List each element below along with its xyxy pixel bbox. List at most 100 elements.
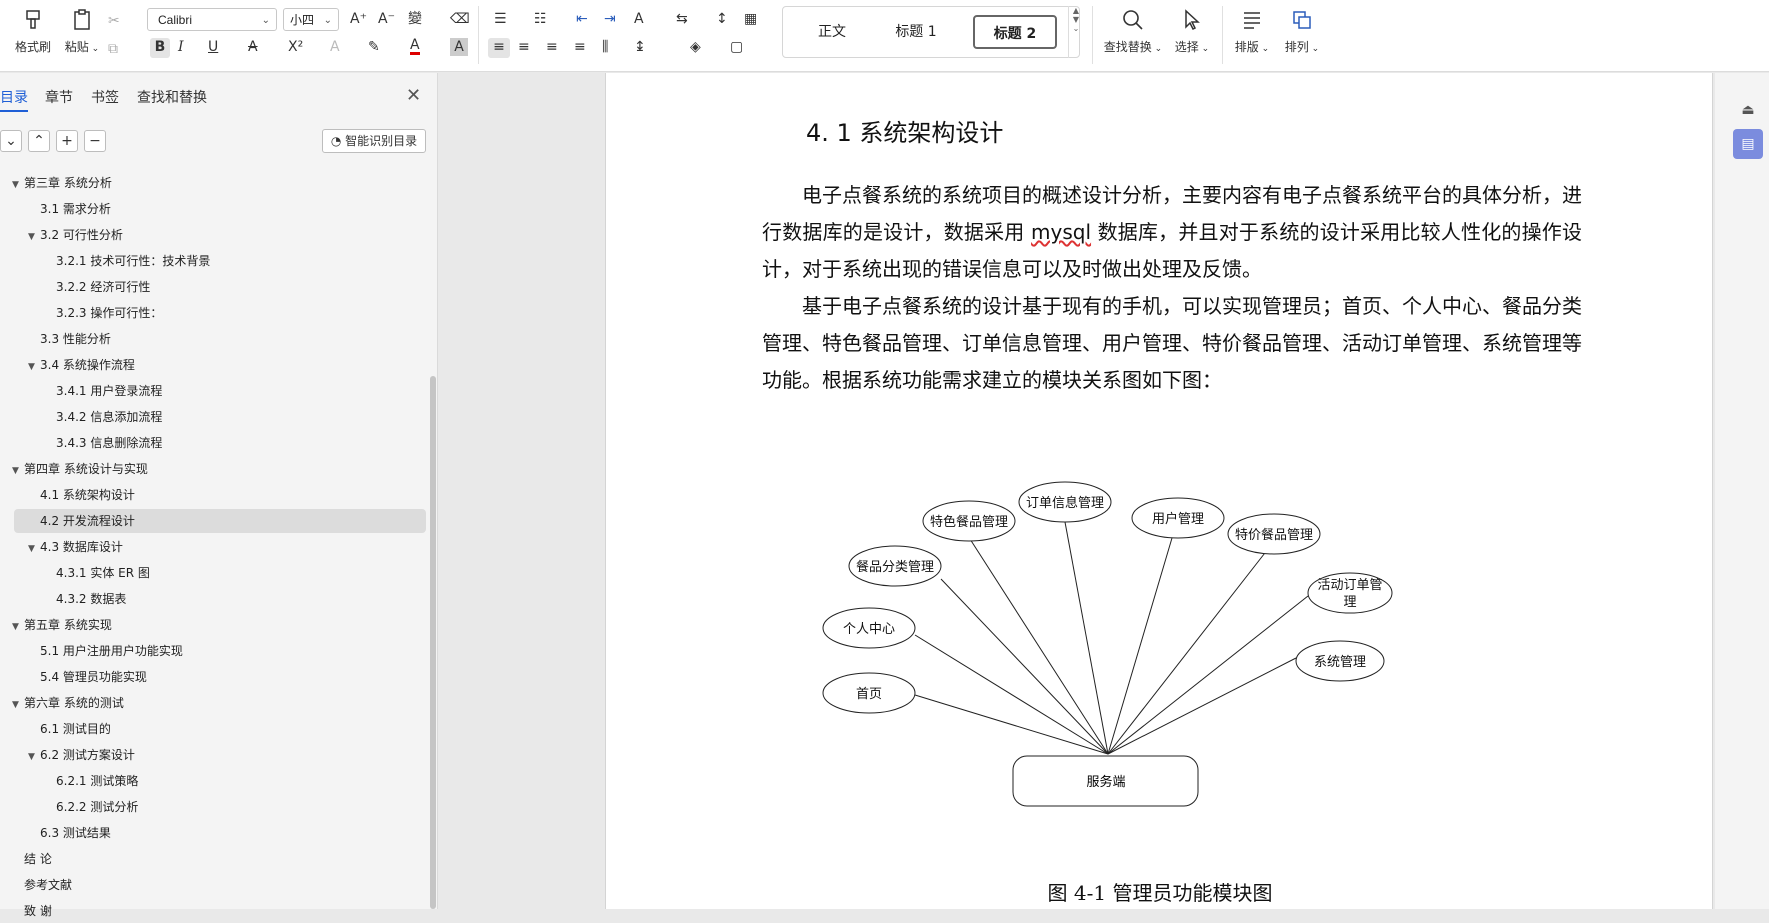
style-normal[interactable]: 正文 bbox=[791, 15, 873, 49]
remove-heading-button[interactable]: − bbox=[84, 130, 106, 152]
layout-button[interactable]: 排版 ⌄ bbox=[1228, 8, 1276, 55]
line-break-icon[interactable]: ⇆ bbox=[676, 10, 688, 28]
font-name-select[interactable]: Calibri ⌄ bbox=[147, 8, 277, 31]
numbered-list-icon[interactable]: ☷ bbox=[534, 10, 547, 28]
toc-item[interactable]: 4.2 开发流程设计 bbox=[14, 509, 426, 533]
module-label: 特价餐品管理 bbox=[1235, 527, 1313, 543]
line-spacing-icon[interactable]: ↨ bbox=[634, 38, 646, 56]
triangle-down-icon[interactable]: ▼ bbox=[12, 173, 24, 197]
toc-item[interactable]: 4.1 系统架构设计 bbox=[28, 483, 135, 507]
triangle-down-icon[interactable]: ▼ bbox=[12, 693, 24, 717]
paste-button[interactable]: 粘贴 ⌄ bbox=[60, 8, 104, 55]
font-color-button[interactable]: A bbox=[410, 38, 420, 55]
triangle-down-icon[interactable]: ▼ bbox=[28, 225, 40, 249]
tab-sections[interactable]: 章节 bbox=[45, 87, 73, 107]
toc-item[interactable]: ▼ 第五章 系统实现 bbox=[12, 613, 112, 637]
shrink-font-icon[interactable]: A⁻ bbox=[378, 10, 395, 28]
move-up-button[interactable]: ⌃ bbox=[28, 130, 50, 152]
sort-icon[interactable]: ↕ bbox=[716, 10, 728, 28]
underline-button[interactable]: U bbox=[208, 38, 218, 56]
triangle-down-icon[interactable]: ▼ bbox=[12, 459, 24, 483]
italic-button[interactable]: I bbox=[178, 38, 184, 56]
tab-find-replace[interactable]: 查找和替换 bbox=[137, 87, 207, 107]
toc-item[interactable]: 3.1 需求分析 bbox=[28, 197, 111, 221]
toc-item[interactable]: 3.2.1 技术可行性：技术背景 bbox=[44, 249, 210, 273]
toc-item[interactable]: 结 论 bbox=[12, 847, 52, 871]
tab-bookmarks[interactable]: 书签 bbox=[91, 87, 119, 107]
toc-item[interactable]: 3.3 性能分析 bbox=[28, 327, 111, 351]
bullet-list-icon[interactable]: ☰ bbox=[494, 10, 507, 28]
style-heading-1[interactable]: 标题 1 bbox=[875, 15, 957, 49]
eraser-icon[interactable]: ⌫ bbox=[450, 10, 470, 28]
char-shading-button[interactable]: A bbox=[450, 38, 468, 56]
toc-item-label: 6.3 测试结果 bbox=[40, 826, 111, 840]
select-button[interactable]: 选择 ⌄ bbox=[1168, 8, 1216, 55]
triangle-down-icon[interactable]: ▼ bbox=[28, 745, 40, 769]
distribute-button[interactable]: ⫼ bbox=[602, 38, 608, 56]
grow-font-icon[interactable]: A⁺ bbox=[350, 10, 367, 28]
align-right-button[interactable]: ≡ bbox=[546, 38, 558, 56]
toc-item[interactable]: ▼ 第六章 系统的测试 bbox=[12, 691, 124, 715]
toc-item[interactable]: ▼ 3.4 系统操作流程 bbox=[28, 353, 135, 377]
toc-item[interactable]: ▼ 4.3 数据库设计 bbox=[28, 535, 123, 559]
justify-button[interactable]: ≡ bbox=[574, 38, 586, 56]
toc-item-label: 第三章 系统分析 bbox=[24, 176, 112, 190]
collapse-ribbon-icon[interactable]: ⏏ bbox=[1733, 95, 1763, 125]
toc-item[interactable]: 4.3.2 数据表 bbox=[44, 587, 126, 611]
align-center-button[interactable]: ≡ bbox=[518, 38, 530, 56]
close-icon[interactable]: ✕ bbox=[406, 85, 421, 106]
toc-item[interactable]: 6.3 测试结果 bbox=[28, 821, 111, 845]
toc-item[interactable]: ▼ 6.2 测试方案设计 bbox=[28, 743, 135, 767]
bold-button[interactable]: B bbox=[150, 38, 170, 58]
triangle-down-icon[interactable]: ▼ bbox=[12, 615, 24, 639]
collapse-button[interactable]: ⌄ bbox=[0, 130, 22, 152]
text-effect-icon[interactable]: A bbox=[330, 38, 340, 56]
toc-item[interactable]: ▼ 第四章 系统设计与实现 bbox=[12, 457, 148, 481]
table-icon[interactable]: ▦ bbox=[744, 10, 757, 28]
toc-item[interactable]: 3.4.2 信息添加流程 bbox=[44, 405, 162, 429]
tab-toc[interactable]: 目录 bbox=[0, 87, 28, 112]
toc-item[interactable]: 6.2.1 测试策略 bbox=[44, 769, 138, 793]
nav-scrollbar[interactable] bbox=[430, 376, 436, 909]
document-page[interactable]: 4. 1 系统架构设计 电子点餐系统的系统项目的概述设计分析，主要内容有电子点餐… bbox=[605, 73, 1713, 909]
document-assistant-icon[interactable]: ▤ bbox=[1733, 129, 1763, 159]
smart-toc-button[interactable]: ◔ 智能识别目录 bbox=[322, 129, 426, 153]
border-icon[interactable]: ▢ bbox=[730, 38, 743, 56]
find-replace-button[interactable]: 查找替换 ⌄ bbox=[1100, 8, 1166, 55]
toc-item[interactable]: 5.4 管理员功能实现 bbox=[28, 665, 147, 689]
format-painter-button[interactable]: 格式刷 bbox=[11, 8, 55, 55]
toc-item[interactable]: 参考文献 bbox=[12, 873, 72, 897]
align-left-button[interactable]: ≡ bbox=[488, 38, 510, 58]
toc-item[interactable]: 致 谢 bbox=[12, 899, 52, 923]
triangle-down-icon[interactable]: ▼ bbox=[28, 355, 40, 379]
text-direction-icon[interactable]: A bbox=[634, 10, 644, 28]
toc-item[interactable]: 3.4.3 信息删除流程 bbox=[44, 431, 162, 455]
toc-item[interactable]: 3.2.3 操作可行性： bbox=[44, 301, 162, 325]
cut-icon[interactable]: ✂ bbox=[108, 12, 120, 30]
toc-item[interactable]: ▼ 3.2 可行性分析 bbox=[28, 223, 123, 247]
font-size-select[interactable]: 小四 ⌄ bbox=[283, 8, 339, 31]
toc-item[interactable]: 4.3.1 实体 ER 图 bbox=[44, 561, 150, 585]
arrange-button[interactable]: 排列 ⌄ bbox=[1278, 8, 1326, 55]
toc-item-label: 6.2.2 测试分析 bbox=[56, 800, 139, 814]
toc-item[interactable]: 6.2.2 测试分析 bbox=[44, 795, 138, 819]
toc-item[interactable]: 3.2.2 经济可行性 bbox=[44, 275, 150, 299]
toc-item[interactable]: 3.4.1 用户登录流程 bbox=[44, 379, 162, 403]
copy-icon[interactable]: ⧉ bbox=[108, 40, 118, 58]
strikethrough-button[interactable]: A bbox=[248, 38, 258, 56]
shading-icon[interactable]: ◈ bbox=[690, 38, 701, 56]
superscript-button[interactable]: X² bbox=[288, 38, 303, 56]
increase-indent-icon[interactable]: ⇥ bbox=[604, 10, 616, 28]
add-heading-button[interactable]: + bbox=[56, 130, 78, 152]
style-heading-2[interactable]: 标题 2 bbox=[973, 15, 1057, 49]
triangle-down-icon[interactable]: ▼ bbox=[28, 537, 40, 561]
toc-item[interactable]: 6.1 测试目的 bbox=[28, 717, 111, 741]
phonetic-icon[interactable]: 變 bbox=[408, 10, 422, 28]
toc-item[interactable]: ▼ 第三章 系统分析 bbox=[12, 171, 112, 195]
ribbon-toolbar: 格式刷 粘贴 ⌄ ✂ ⧉ Calibri ⌄ 小四 ⌄ A⁺ A⁻ 變 ⌫ B I … bbox=[0, 0, 1769, 72]
module-label: 首页 bbox=[856, 687, 882, 702]
decrease-indent-icon[interactable]: ⇤ bbox=[576, 10, 588, 28]
toc-item[interactable]: 5.1 用户注册用户功能实现 bbox=[28, 639, 183, 663]
styles-scroll[interactable]: ▲ ▼ ⌄ bbox=[1068, 6, 1083, 58]
highlight-icon[interactable]: ✎ bbox=[368, 38, 380, 56]
